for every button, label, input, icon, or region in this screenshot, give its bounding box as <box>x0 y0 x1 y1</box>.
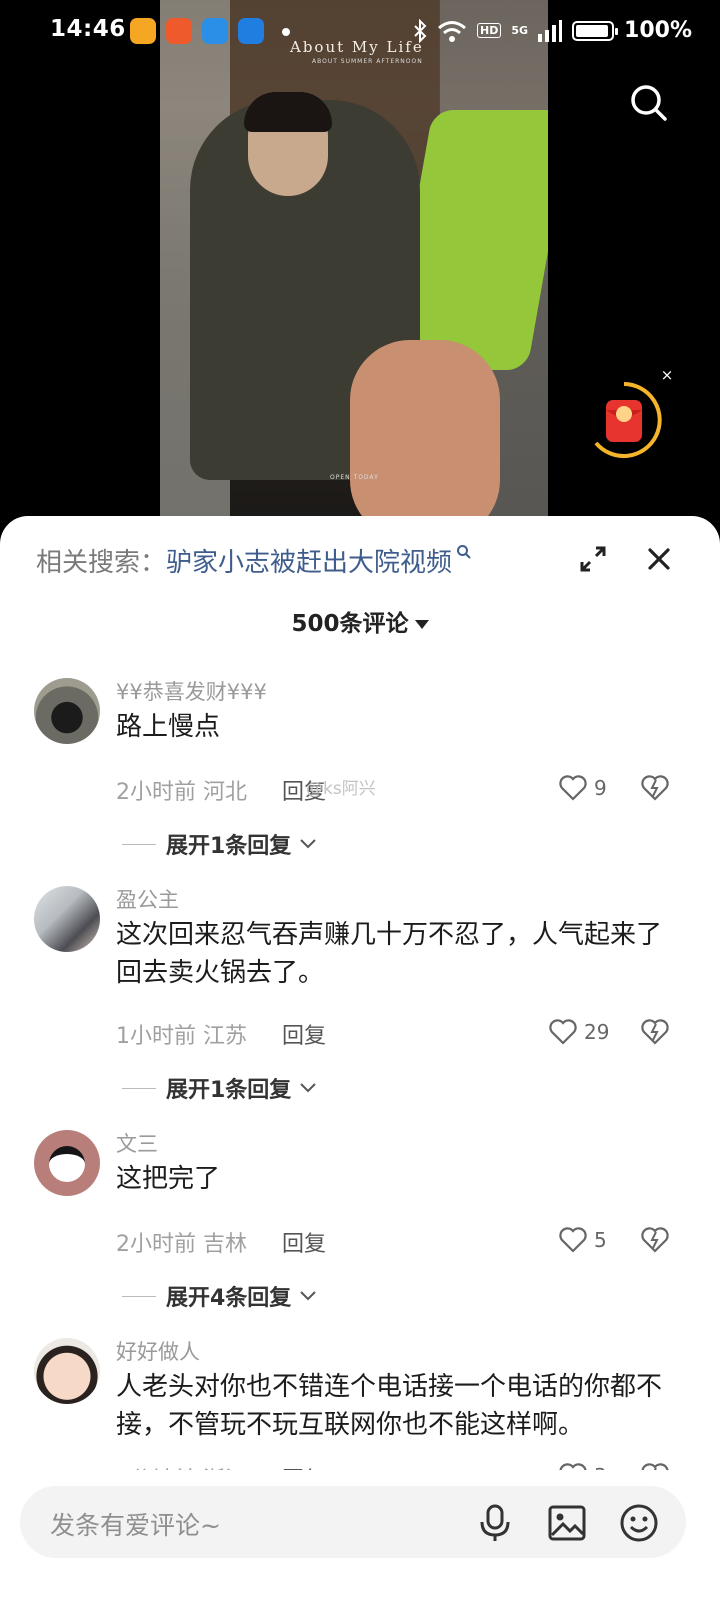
hd-badge: HD <box>477 23 502 38</box>
emoji-icon[interactable] <box>618 1502 660 1544</box>
video-arm <box>350 340 500 530</box>
comment-text: 这把完了 <box>116 1164 221 1194</box>
divider-line <box>122 843 156 845</box>
comment-count: 500条评论 <box>291 611 409 637</box>
status-bar: 14:46 HD 5G 100% <box>0 0 720 64</box>
avatar[interactable] <box>34 886 100 952</box>
related-search-icon <box>457 545 471 559</box>
app-red-icon <box>166 18 192 44</box>
notification-app-icons <box>130 18 264 44</box>
heart-icon <box>549 1019 577 1045</box>
wifi-icon <box>438 20 466 42</box>
reply-button[interactable]: 回复 <box>282 1018 326 1050</box>
expand-replies-button[interactable]: 展开1条回复 <box>122 1072 317 1104</box>
comment-username[interactable]: 好好做人 <box>116 1336 200 1366</box>
caret-down-icon <box>414 620 429 629</box>
comment-input-placeholder: 发条有爱评论~ <box>50 1511 221 1540</box>
divider-line <box>122 1087 156 1089</box>
dislike-icon[interactable] <box>640 1226 670 1254</box>
comment-time-location: 1小时前 江苏 <box>116 1024 247 1049</box>
like-button[interactable]: 9 <box>558 774 607 802</box>
avatar-face <box>49 1146 85 1182</box>
comment-time-location: 2小时前 河北 <box>116 780 247 805</box>
battery-icon <box>572 20 619 41</box>
related-search-label: 相关搜索： <box>36 548 167 578</box>
expand-replies-button[interactable]: 展开1条回复 <box>122 828 317 860</box>
comment-count-dropdown[interactable]: 500条评论 <box>0 604 720 638</box>
avatar[interactable] <box>34 1338 100 1404</box>
status-indicators: HD 5G 100% <box>413 18 692 43</box>
close-icon[interactable] <box>644 544 674 574</box>
video-player[interactable]: About My Life ABOUT SUMMER AFTERNOON OPE… <box>160 0 548 530</box>
expand-replies-label: 展开1条回复 <box>166 1078 292 1103</box>
app-news-icon <box>202 18 228 44</box>
comment-text: 路上慢点 <box>116 712 221 742</box>
related-search[interactable]: 相关搜索：驴家小志被赶出大院视频 <box>36 542 472 579</box>
search-icon[interactable] <box>626 80 670 124</box>
video-overlay-caption: OPEN TODAY <box>330 474 379 481</box>
red-packet-close-icon[interactable]: × <box>654 362 680 388</box>
image-icon[interactable] <box>546 1502 588 1544</box>
comments-sheet: 相关搜索：驴家小志被赶出大院视频 500条评论 ¥¥恭喜发财¥¥¥ 路上慢点 2… <box>0 516 720 1600</box>
comment-text: 这次回来忍气吞声赚几十万不忍了，人气起来了回去卖火锅去了。 <box>116 920 663 988</box>
watermark: @ks阿兴 <box>306 779 376 799</box>
network-type: 5G <box>511 23 529 37</box>
related-search-keyword[interactable]: 驴家小志被赶出大院视频 <box>166 548 452 578</box>
comment-username[interactable]: 盈公主 <box>116 884 179 914</box>
comment-username[interactable]: 文三 <box>116 1128 158 1158</box>
weibo-icon <box>130 18 156 44</box>
like-count: 29 <box>584 1020 610 1044</box>
notification-dot-icon <box>282 28 290 36</box>
red-packet-button[interactable] <box>584 380 664 460</box>
battery-percent: 100% <box>624 18 692 43</box>
dislike-icon[interactable] <box>640 1018 670 1046</box>
avatar[interactable] <box>34 1130 100 1196</box>
chevron-down-icon <box>300 1083 317 1093</box>
like-count: 9 <box>594 776 607 800</box>
bluetooth-icon <box>414 18 427 43</box>
comment-username[interactable]: ¥¥恭喜发财¥¥¥ <box>116 676 267 706</box>
comment-time-location: 2小时前 吉林 <box>116 1232 247 1257</box>
comment-input-bar: 发条有爱评论~ <box>0 1470 720 1600</box>
chevron-down-icon <box>300 1291 317 1301</box>
expand-icon[interactable] <box>578 544 608 574</box>
app-browser-icon <box>238 18 264 44</box>
avatar[interactable] <box>34 678 100 744</box>
status-time: 14:46 <box>50 16 126 42</box>
comment-text: 人老头对你也不错连个电话接一个电话的你都不接，不管玩不玩互联网你也不能这样啊。 <box>116 1372 663 1440</box>
dislike-icon[interactable] <box>640 774 670 802</box>
video-person-hair <box>244 92 332 132</box>
heart-icon <box>559 775 587 801</box>
like-button[interactable]: 29 <box>548 1018 609 1046</box>
comment-input[interactable]: 发条有爱评论~ <box>20 1486 686 1558</box>
microphone-icon[interactable] <box>474 1502 516 1544</box>
like-button[interactable]: 5 <box>558 1226 607 1254</box>
expand-replies-label: 展开1条回复 <box>166 834 292 859</box>
heart-icon <box>559 1227 587 1253</box>
expand-replies-label: 展开4条回复 <box>166 1286 292 1311</box>
reply-button[interactable]: 回复 <box>282 1226 326 1258</box>
chevron-down-icon <box>300 839 317 849</box>
expand-replies-button[interactable]: 展开4条回复 <box>122 1280 317 1312</box>
divider-line <box>122 1295 156 1297</box>
signal-icon <box>538 19 563 42</box>
like-count: 5 <box>594 1228 607 1252</box>
